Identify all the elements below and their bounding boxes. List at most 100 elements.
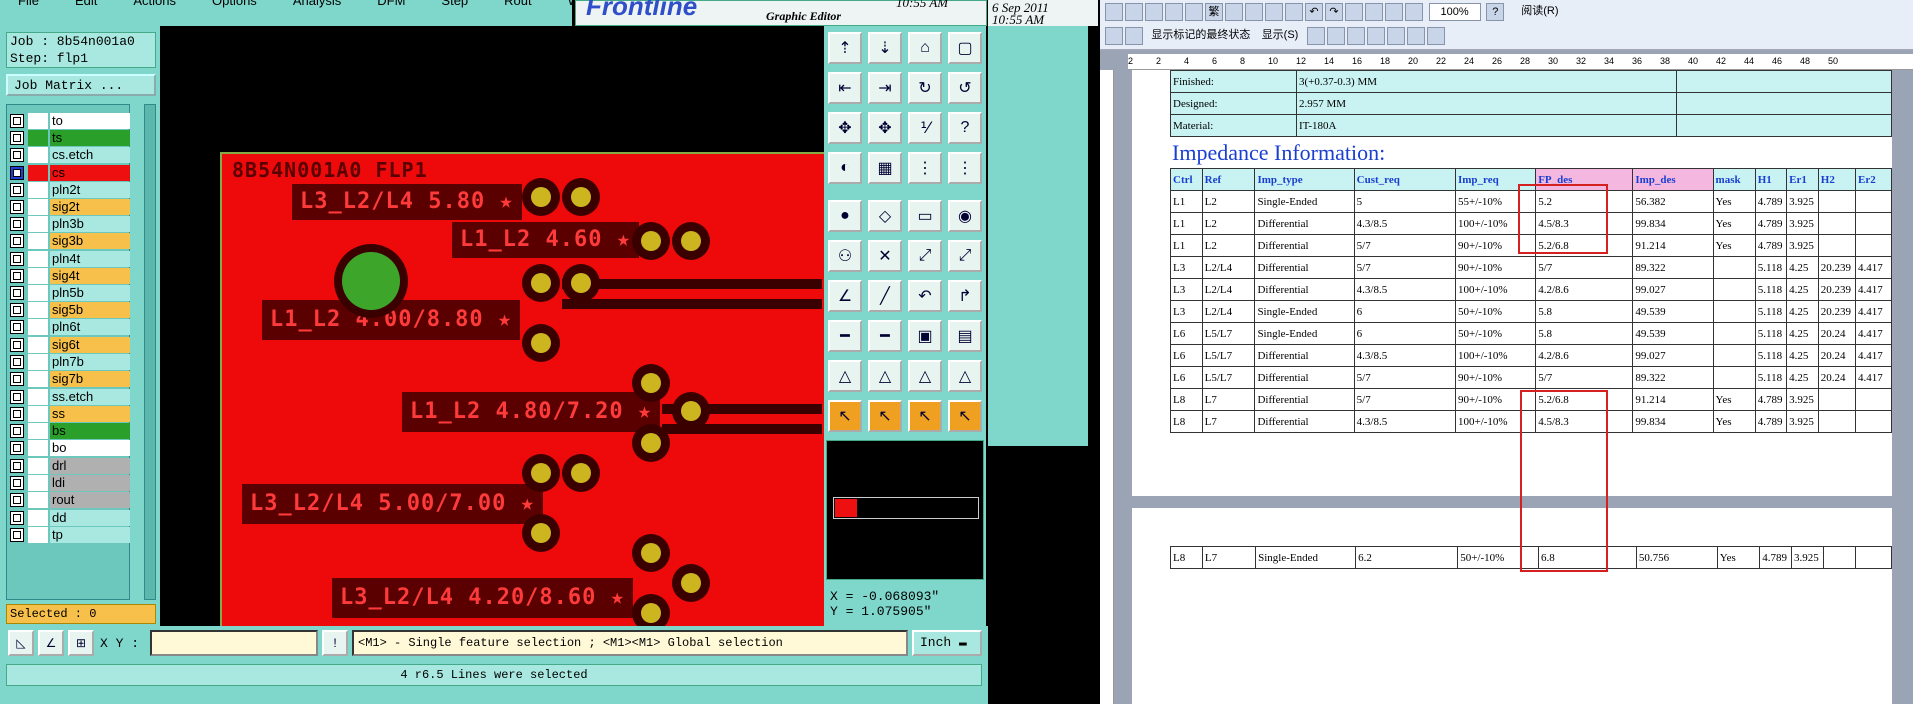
tool-icon[interactable]: ╱ [868, 280, 902, 312]
layer-checkbox[interactable] [10, 338, 24, 352]
tool-icon[interactable]: ↻ [908, 72, 942, 104]
layer-checkbox[interactable] [10, 372, 24, 386]
graphic-canvas[interactable]: 8B54N001A0 FLP1 L3_L2/L4 5.80 ★ L1_L2 4.… [160, 30, 824, 626]
menu-item[interactable]: Analysis [293, 0, 341, 8]
menu-item[interactable]: Options [212, 0, 257, 8]
tool-icon[interactable]: ∠ [828, 280, 862, 312]
layer-checkbox[interactable] [10, 183, 24, 197]
tool-icon[interactable]: ✥ [868, 112, 902, 144]
layer-checkbox[interactable] [10, 234, 24, 248]
tool-icon[interactable]: △ [908, 360, 942, 392]
layer-row[interactable]: dd [10, 510, 130, 526]
tool-icon[interactable]: ↖ [868, 400, 902, 432]
tool-icon[interactable]: ⚇ [828, 240, 862, 272]
layer-checkbox[interactable] [10, 390, 24, 404]
layer-checkbox[interactable] [10, 407, 24, 421]
layer-row[interactable]: ts [10, 130, 130, 146]
tool-icon[interactable]: ↱ [948, 280, 982, 312]
layer-row[interactable]: bs [10, 423, 130, 439]
tool-icon[interactable]: ✕ [868, 240, 902, 272]
unit-selector[interactable]: Inch ▬ [912, 630, 982, 656]
menu-item[interactable]: Edit [75, 0, 97, 8]
layer-checkbox[interactable] [10, 424, 24, 438]
document-page[interactable]: Finished: 3(+0.37-0.3) MM Designed: 2.957 … [1132, 70, 1892, 496]
layer-row[interactable]: cs [10, 165, 130, 181]
layer-row[interactable]: pln2t [10, 182, 130, 198]
layer-checkbox[interactable] [10, 252, 24, 266]
layer-row[interactable]: sig2t [10, 199, 130, 215]
layer-checkbox[interactable] [10, 459, 24, 473]
tool-icon[interactable]: ↺ [948, 72, 982, 104]
layer-row[interactable]: pln5b [10, 285, 130, 301]
layer-row[interactable]: pln4t [10, 251, 130, 267]
tool-icon[interactable]: △ [948, 360, 982, 392]
layer-checkbox[interactable] [10, 114, 24, 128]
overview-map[interactable] [826, 440, 984, 580]
menu-item[interactable]: Rout [504, 0, 531, 8]
layer-row[interactable]: cs.etch [10, 147, 130, 163]
tool-icon[interactable]: ▣ [908, 320, 942, 352]
layer-checkbox[interactable] [10, 131, 24, 145]
layer-row[interactable]: sig5b [10, 302, 130, 318]
layer-checkbox[interactable] [10, 320, 24, 334]
layer-row[interactable]: ss [10, 406, 130, 422]
layer-checkbox[interactable] [10, 166, 24, 180]
tool-icon[interactable]: ● [828, 200, 862, 232]
tool-icon[interactable]: △ [868, 360, 902, 392]
tool-icon[interactable]: ⅟ [908, 112, 942, 144]
menu-item[interactable]: Actions [133, 0, 176, 8]
tool-icon[interactable]: ↖ [948, 400, 982, 432]
tool-icon[interactable]: ↖ [828, 400, 862, 432]
layer-row[interactable]: sig7b [10, 371, 130, 387]
layer-row[interactable]: ss.etch [10, 389, 130, 405]
document-page-2[interactable]: L8 L7 Single-Ended 6.2 50+/-10% 6.8 50.756 Yes 4… [1132, 508, 1893, 704]
layer-row[interactable]: ldi [10, 475, 130, 491]
layer-checkbox[interactable] [10, 269, 24, 283]
tool-icon[interactable]: ? [948, 112, 982, 144]
layer-checkbox[interactable] [10, 493, 24, 507]
layer-row[interactable]: bo [10, 440, 130, 456]
layer-row[interactable]: sig6t [10, 337, 130, 353]
layer-checkbox[interactable] [10, 148, 24, 162]
layer-checkbox[interactable] [10, 286, 24, 300]
menu-item[interactable]: File [18, 0, 39, 8]
layer-row[interactable]: to [10, 113, 130, 129]
tool-icon[interactable]: ⋮ [908, 152, 942, 184]
tool-icon[interactable]: ━ [828, 320, 862, 352]
tool-icon[interactable]: △ [828, 360, 862, 392]
layer-scrollbar[interactable] [144, 104, 156, 600]
review-toolbar[interactable]: 显示标记的最终状态 显示(S) [1104, 27, 1446, 45]
layer-checkbox[interactable] [10, 441, 24, 455]
layer-row[interactable]: drl [10, 458, 130, 474]
info-icon[interactable]: ! [322, 630, 348, 656]
menu-item[interactable]: DFM [377, 0, 405, 8]
tool-icon[interactable]: ⤢ [948, 240, 982, 272]
tool-icon[interactable]: ▤ [948, 320, 982, 352]
tool-icon[interactable]: ⇤ [828, 72, 862, 104]
tool-icon[interactable]: ✥ [828, 112, 862, 144]
standard-toolbar[interactable]: 繁 ↶ ↷ 100% ? 阅读(R) [1104, 3, 1571, 21]
layer-row[interactable]: rout [10, 492, 130, 508]
tool-icon[interactable]: ◐ [828, 152, 862, 184]
tool-icon[interactable]: ⤢ [908, 240, 942, 272]
layer-row[interactable]: pln7b [10, 354, 130, 370]
tool-icon[interactable]: ━ [868, 320, 902, 352]
measure-icon[interactable]: ◺ [8, 630, 34, 656]
menu-item[interactable]: Step [441, 0, 468, 8]
tool-icon[interactable]: ↶ [908, 280, 942, 312]
layer-checkbox[interactable] [10, 528, 24, 542]
tool-icon[interactable]: ⇡ [828, 32, 862, 64]
tool-icon[interactable]: ▭ [908, 200, 942, 232]
layer-checkbox[interactable] [10, 200, 24, 214]
layer-checkbox[interactable] [10, 217, 24, 231]
layer-checkbox[interactable] [10, 355, 24, 369]
layer-row[interactable]: sig4t [10, 268, 130, 284]
layer-row[interactable]: pln3b [10, 216, 130, 232]
tool-icon[interactable]: ◇ [868, 200, 902, 232]
tool-icon[interactable]: ▢ [948, 32, 982, 64]
tool-icon[interactable]: ⋮ [948, 152, 982, 184]
tool-icon[interactable]: ↖ [908, 400, 942, 432]
tool-icon[interactable]: ⌂ [908, 32, 942, 64]
layer-row[interactable]: sig3b [10, 233, 130, 249]
tool-icon[interactable]: ◉ [948, 200, 982, 232]
